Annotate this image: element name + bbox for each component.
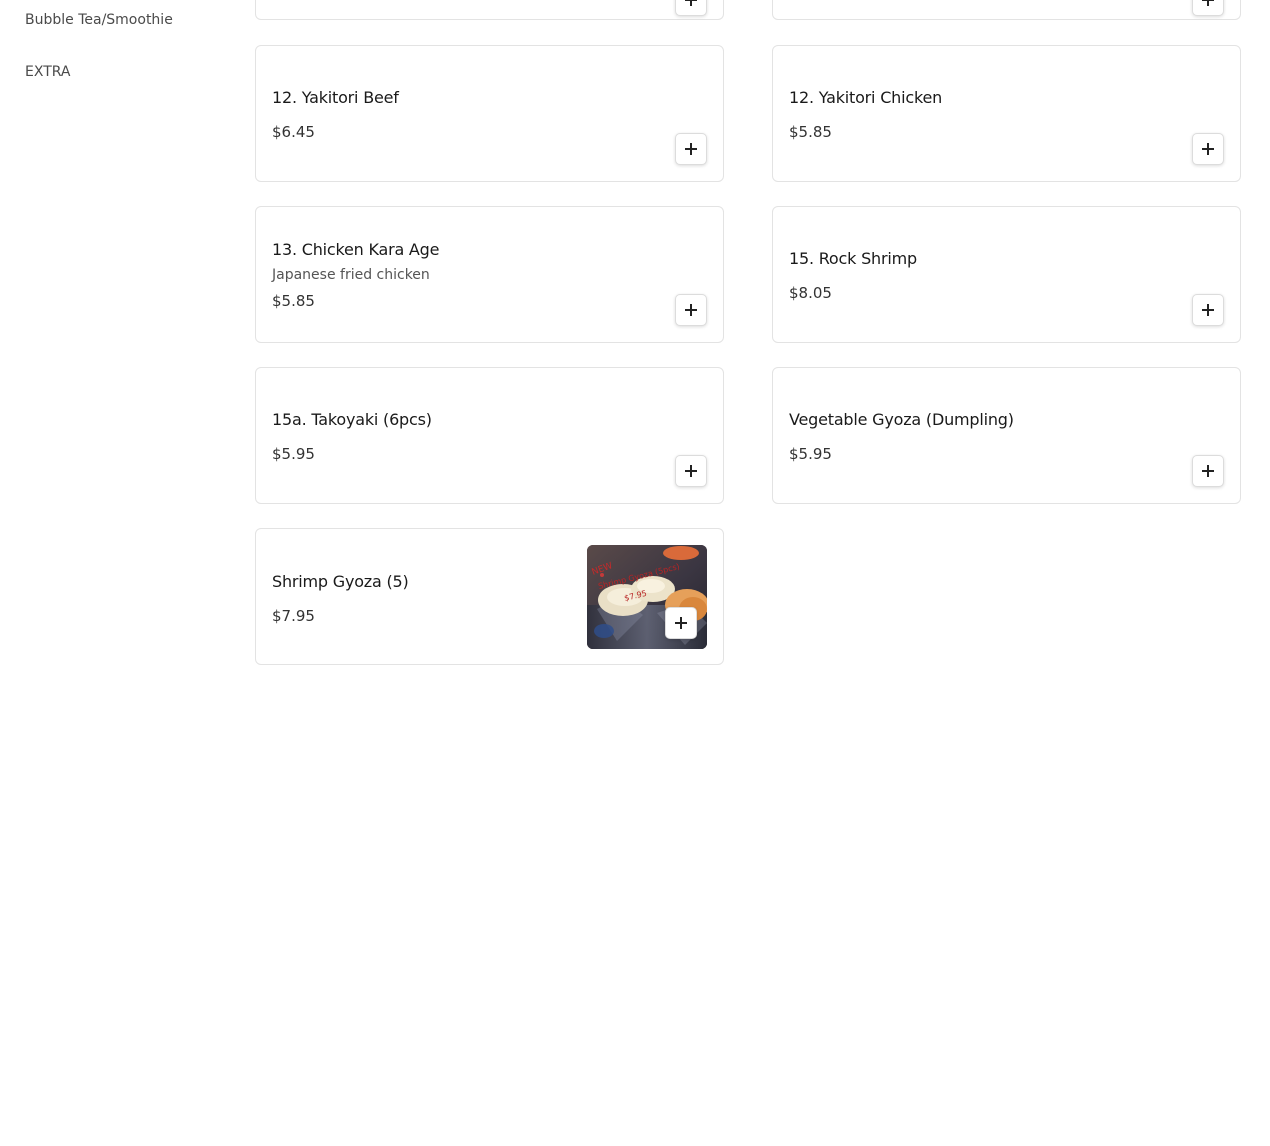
menu-item-card[interactable]: 12. Yakitori Beef $6.45 xyxy=(255,45,724,182)
menu-item-card[interactable]: 15a. Takoyaki (6pcs) $5.95 xyxy=(255,367,724,504)
add-to-cart-button[interactable] xyxy=(1192,455,1224,487)
add-to-cart-button[interactable] xyxy=(1192,133,1224,165)
plus-icon xyxy=(685,465,697,477)
item-price: $7.95 xyxy=(272,607,315,625)
sidebar-item-bubble-tea[interactable]: Bubble Tea/Smoothie xyxy=(25,12,173,28)
item-price: $5.85 xyxy=(789,123,832,141)
menu-page: Bubble Tea/Smoothie EXTRA 12. Yakitori B… xyxy=(0,0,1270,1146)
item-price: $8.05 xyxy=(789,284,832,302)
menu-item-card[interactable]: 12. Yakitori Chicken $5.85 xyxy=(772,45,1241,182)
item-name: 13. Chicken Kara Age xyxy=(272,240,440,259)
item-price: $5.95 xyxy=(272,445,315,463)
item-name: 15. Rock Shrimp xyxy=(789,249,917,268)
item-price: $5.85 xyxy=(272,292,315,310)
plus-icon xyxy=(685,304,697,316)
item-name: 12. Yakitori Beef xyxy=(272,88,399,107)
item-name: 12. Yakitori Chicken xyxy=(789,88,943,107)
menu-item-card[interactable]: 15. Rock Shrimp $8.05 xyxy=(772,206,1241,343)
add-to-cart-button[interactable] xyxy=(665,607,697,639)
plus-icon xyxy=(685,0,697,6)
plus-icon xyxy=(675,617,687,629)
menu-item-card[interactable]: 13. Chicken Kara Age Japanese fried chic… xyxy=(255,206,724,343)
plus-icon xyxy=(1202,304,1214,316)
item-price: $6.45 xyxy=(272,123,315,141)
add-to-cart-button[interactable] xyxy=(1192,0,1224,16)
add-to-cart-button[interactable] xyxy=(675,455,707,487)
add-to-cart-button[interactable] xyxy=(675,0,707,16)
plus-icon xyxy=(1202,143,1214,155)
item-photo[interactable]: NEW Shrimp Gyoza (5pcs) $7.95 xyxy=(587,545,707,649)
plus-icon xyxy=(1202,465,1214,477)
add-to-cart-button[interactable] xyxy=(1192,294,1224,326)
plus-icon xyxy=(685,143,697,155)
item-name: Vegetable Gyoza (Dumpling) xyxy=(789,410,1014,429)
plus-icon xyxy=(1202,0,1214,6)
add-to-cart-button[interactable] xyxy=(675,294,707,326)
item-price: $5.95 xyxy=(789,445,832,463)
add-to-cart-button[interactable] xyxy=(675,133,707,165)
item-description: Japanese fried chicken xyxy=(272,267,430,283)
item-name: Shrimp Gyoza (5) xyxy=(272,572,409,591)
menu-item-card[interactable]: Vegetable Gyoza (Dumpling) $5.95 xyxy=(772,367,1241,504)
menu-item-card[interactable]: Shrimp Gyoza (5) $7.95 NEW Shrimp Gyoza … xyxy=(255,528,724,665)
menu-item-card-partial[interactable] xyxy=(772,0,1241,20)
item-name: 15a. Takoyaki (6pcs) xyxy=(272,410,432,429)
menu-item-card-partial[interactable] xyxy=(255,0,724,20)
sidebar-item-extra[interactable]: EXTRA xyxy=(25,64,70,80)
